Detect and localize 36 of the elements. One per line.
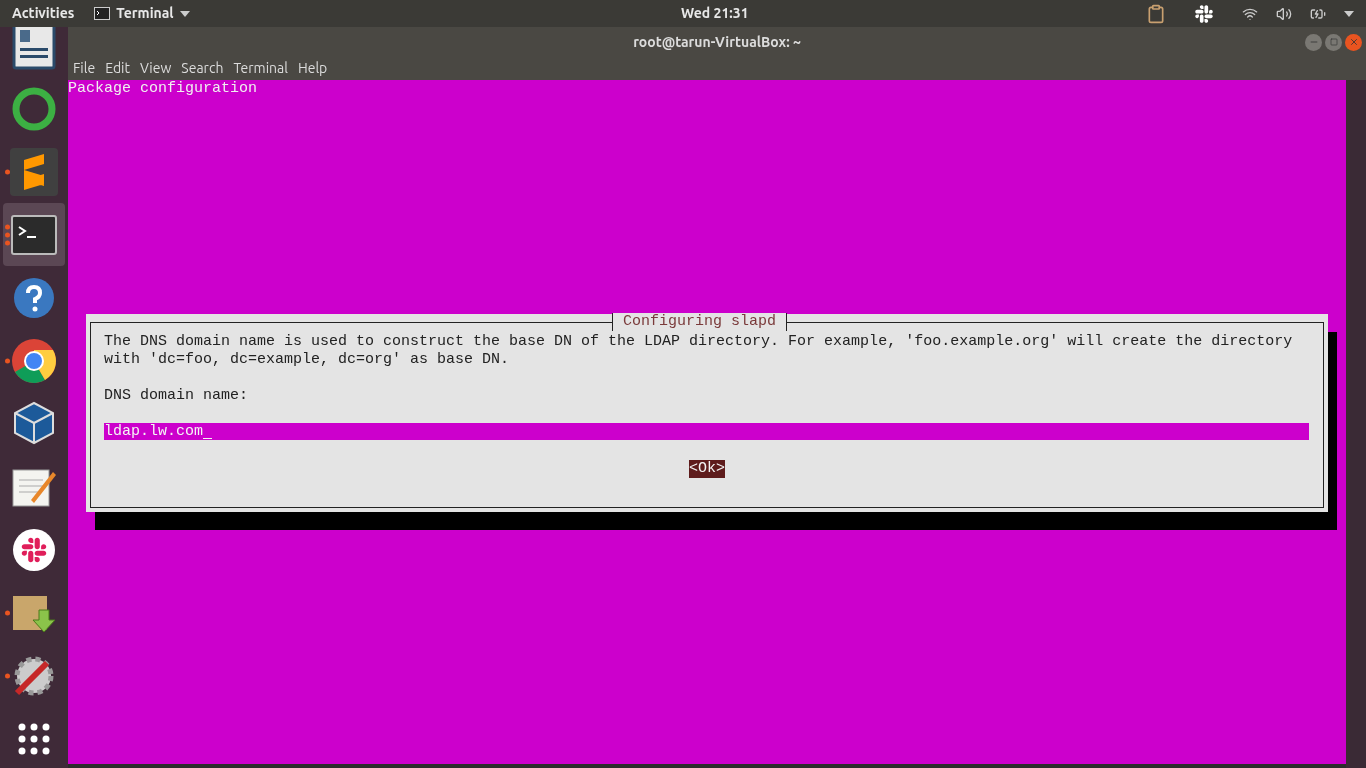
sublime-icon	[10, 147, 58, 196]
help-icon	[13, 276, 55, 319]
ok-button[interactable]: <Ok>	[689, 460, 725, 478]
input-field[interactable]: ldap.lw.com	[104, 423, 1309, 440]
slack-tray-icon[interactable]	[1194, 3, 1214, 24]
maximize-icon	[1329, 38, 1338, 46]
menu-item[interactable]: View	[140, 58, 172, 79]
ring-icon	[11, 85, 57, 132]
cube-icon	[13, 400, 55, 447]
dock-item[interactable]	[3, 203, 65, 266]
clipboard-icon[interactable]	[1146, 3, 1166, 24]
dialog-description: The DNS domain name is used to construct the base DN of the LDAP directory. For example, 'foo.example.org' will create the directory with 'dc=foo, dc=example, dc=org' as base DN.	[104, 333, 1294, 369]
slack-icon	[13, 528, 55, 571]
terminal-header: Package configuration	[68, 80, 258, 98]
window-title: root@tarun-VirtualBox: ~	[633, 32, 801, 52]
caret-icon[interactable]	[1344, 10, 1354, 17]
terminal-icon	[94, 7, 111, 20]
terminal-icon	[11, 214, 57, 255]
caret-icon	[179, 10, 190, 17]
close-button[interactable]	[1345, 33, 1362, 51]
volume-icon[interactable]	[1276, 5, 1292, 22]
app-grid-icon	[17, 721, 51, 756]
field-label: DNS domain name:	[104, 387, 249, 405]
document-icon	[12, 27, 56, 70]
text-cursor	[203, 438, 213, 439]
menu-item[interactable]: Help	[297, 58, 328, 79]
dialog-title: Configuring slapd	[612, 313, 788, 331]
menu-item[interactable]: Terminal	[233, 58, 288, 79]
close-icon	[1348, 37, 1359, 47]
menu-item[interactable]: Edit	[105, 58, 130, 79]
clock[interactable]: Wed 21:31	[681, 3, 749, 24]
activities-button[interactable]: Activities	[12, 3, 75, 24]
menu-item[interactable]: File	[73, 58, 96, 79]
menu-item[interactable]: Search	[181, 58, 224, 79]
app-menu[interactable]: Terminal	[94, 3, 190, 24]
chrome-icon	[11, 337, 57, 384]
